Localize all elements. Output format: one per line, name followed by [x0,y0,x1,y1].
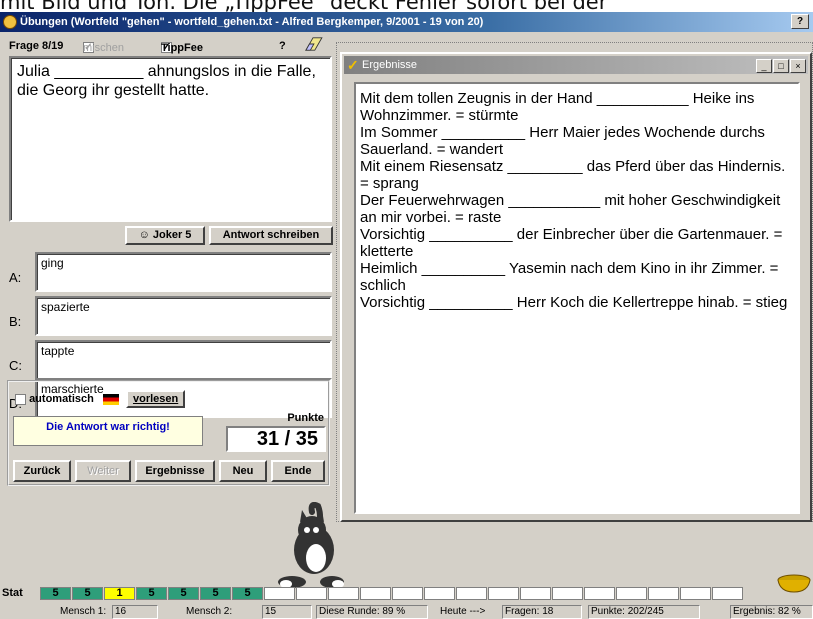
progress-track: Stat 5515555 [0,585,813,602]
progress-cell [488,587,519,600]
question-help-button[interactable]: ? [279,40,286,52]
results-title-bar: ✓ Ergebnisse _ □ × [344,56,808,74]
progress-cell [264,587,295,600]
progress-cell [552,587,583,600]
question-text: Julia __________ ahnungslos in die Falle… [9,56,332,222]
answer-option[interactable]: spazierte [35,296,332,336]
status-bar: Mensch 1: 16 Mensch 2: 15 Diese Runde: 8… [0,604,813,619]
mensch2-value: 15 [262,605,312,619]
joker-label: Joker 5 [152,229,192,241]
feedback-message: Die Antwort war richtig! [13,416,203,446]
punkte-label: Punkte [287,412,324,424]
top-cut-text: mit Bild und Ton. Die „TippFee" deckt Fe… [0,0,608,12]
heute-label: Heute ---> [440,606,486,617]
checkmark-icon: ✓ [347,57,359,73]
answer-row-a[interactable]: A: ging [9,252,332,292]
answer-letter: B: [9,314,22,329]
results-window: ✓ Ergebnisse _ □ × Mit dem tollen Zeugnis … [340,52,812,522]
close-icon[interactable]: × [790,59,806,73]
progress-cell [584,587,615,600]
title-bar: Übungen (Wortfeld "gehen" - wortfeld_geh… [0,12,813,32]
result-line: Vorsichtig __________ Herr Koch die Kell… [360,294,788,311]
mensch2-label: Mensch 2: [186,606,233,617]
progress-cell [392,587,423,600]
automatisch-label: automatisch [29,393,94,405]
progress-cell: 5 [40,587,71,600]
progress-cell: 5 [200,587,231,600]
progress-cell [456,587,487,600]
progress-cell [360,587,391,600]
window-controls: _ □ × [755,57,806,75]
progress-cell: 5 [168,587,199,600]
progress-cell [616,587,647,600]
progress-cell [680,587,711,600]
start-label: Stat [2,587,23,599]
result-line: Mit dem tollen Zeugnis in der Hand _____… [360,90,755,124]
ergebnis-status: Ergebnis: 82 % [730,605,813,619]
eraser-icon[interactable] [301,36,325,52]
app-window: Übungen (Wortfeld "gehen" - wortfeld_geh… [0,12,813,619]
results-text: Mit dem tollen Zeugnis in der Hand _____… [354,82,800,514]
joker-button[interactable]: ☺ Joker 5 [125,226,205,245]
answer-letter: A: [9,270,22,285]
ende-button[interactable]: Ende [271,460,325,482]
zurueck-button[interactable]: Zurück [13,460,71,482]
progress-cell: 5 [136,587,167,600]
automatisch-checkbox[interactable] [15,393,26,405]
results-title: Ergebnisse [362,59,418,71]
weiter-button[interactable]: Weiter [75,460,131,482]
fragen-status: Fragen: 18 [502,605,582,619]
mischen-label: mischen [83,42,124,54]
progress-cell: 5 [232,587,263,600]
progress-cell [648,587,679,600]
minimize-icon[interactable]: _ [756,59,772,73]
mensch1-value: 16 [112,605,158,619]
runde-status: Diese Runde: 89 % [316,605,428,619]
progress-cell: 1 [104,587,135,600]
answer-row-b[interactable]: B: spazierte [9,296,332,336]
progress-cell [328,587,359,600]
answer-letter: C: [9,358,22,373]
vorlesen-button[interactable]: vorlesen [125,390,186,408]
question-header: Frage 8/19 ✓ mischen ✓ TippFee ? [9,36,329,54]
progress-cell [712,587,743,600]
neu-button[interactable]: Neu [219,460,267,482]
window-title: Übungen (Wortfeld "gehen" - wortfeld_geh… [20,16,484,28]
ergebnisse-button[interactable]: Ergebnisse [135,460,215,482]
help-button[interactable]: ? [791,14,809,29]
cat-mascot-icon [278,502,344,588]
question-counter: Frage 8/19 [9,40,64,52]
result-line: Im Sommer __________ Herr Maier jedes Wo… [360,124,765,158]
app-cat-icon [3,15,17,29]
punkte-status: Punkte: 202/245 [588,605,700,619]
antwort-schreiben-button[interactable]: Antwort schreiben [209,226,333,245]
vorlesen-label: vorlesen [132,393,179,405]
progress-cell [296,587,327,600]
german-flag-icon [102,393,119,405]
answer-option[interactable]: tappte [35,340,332,380]
progress-cell: 5 [72,587,103,600]
result-line: Heimlich __________ Yasemin nach dem Kin… [360,260,779,294]
mensch1-label: Mensch 1: [60,606,107,617]
joker-icon: ☺ [138,229,150,241]
progress-cell [520,587,551,600]
result-line: Der Feuerwehrwagen ___________ mit hoher… [360,192,781,226]
maximize-icon[interactable]: □ [773,59,789,73]
answer-option[interactable]: ging [35,252,332,292]
control-group: automatisch vorlesen Die Antwort war ric… [7,380,330,486]
auto-row: automatisch vorlesen [15,390,186,408]
tippfee-label: TippFee [161,42,203,54]
answer-row-c[interactable]: C: tappte [9,340,332,380]
progress-cell [424,587,455,600]
result-line: Vorsichtig __________ der Einbrecher übe… [360,226,783,260]
score-display: 31 / 35 [226,426,326,452]
result-line: Mit einem Riesensatz _________ das Pferd… [360,158,786,192]
